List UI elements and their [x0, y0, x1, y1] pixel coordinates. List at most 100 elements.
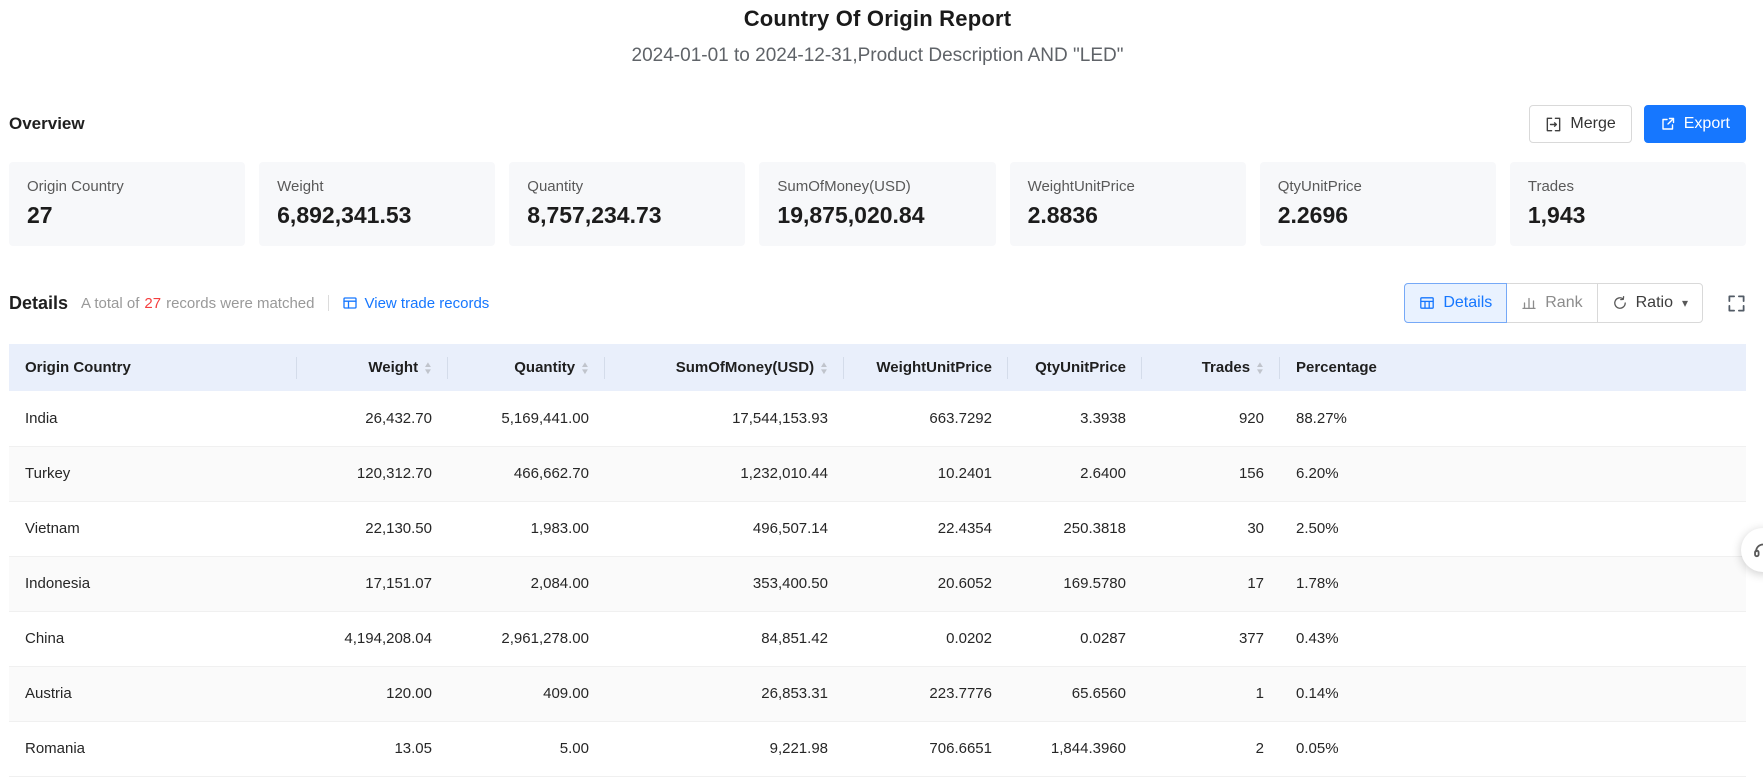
table-row[interactable]: Austria 120.00 409.00 26,853.31 223.7776… [9, 666, 1746, 721]
column-header-weight-unit-price: WeightUnitPrice [844, 344, 1008, 391]
cell-weight: 4,194,208.04 [297, 611, 448, 666]
cell-weight-unit-price: 0.0202 [844, 611, 1008, 666]
page-title: Country Of Origin Report [9, 6, 1746, 32]
cell-weight-unit-price: 223.7776 [844, 666, 1008, 721]
merge-button[interactable]: Merge [1529, 105, 1631, 143]
cell-quantity: 466,662.70 [448, 446, 605, 501]
rank-icon [1521, 295, 1537, 311]
stat-card-label: Quantity [527, 178, 727, 195]
stat-card-weight-unit-price: WeightUnitPrice 2.8836 [1010, 162, 1246, 246]
cell-sum-of-money: 17,544,153.93 [605, 391, 844, 446]
view-trade-records-label: View trade records [365, 295, 490, 312]
cell-weight: 17,151.07 [297, 556, 448, 611]
table-row[interactable]: Turkey 120,312.70 466,662.70 1,232,010.4… [9, 446, 1746, 501]
merge-button-label: Merge [1570, 115, 1615, 133]
tab-ratio-label: Ratio [1636, 294, 1673, 312]
ratio-icon [1612, 295, 1628, 311]
tab-details[interactable]: Details [1404, 283, 1507, 323]
view-trade-records-link[interactable]: View trade records [342, 295, 490, 312]
column-header-sum-of-money[interactable]: SumOfMoney(USD) ▲▼ [605, 344, 844, 391]
stat-card-value: 19,875,020.84 [777, 202, 977, 229]
summary-count: 27 [144, 295, 161, 312]
headset-icon [1752, 539, 1763, 561]
column-header-percentage: Percentage [1280, 344, 1746, 391]
stat-card-weight: Weight 6,892,341.53 [259, 162, 495, 246]
trade-records-icon [342, 295, 358, 311]
cell-qty-unit-price: 169.5780 [1008, 556, 1142, 611]
export-button[interactable]: Export [1644, 105, 1746, 143]
export-icon [1660, 116, 1676, 132]
details-summary: A total of 27 records were matched [81, 295, 314, 312]
stat-card-value: 2.2696 [1278, 202, 1478, 229]
stat-card-label: WeightUnitPrice [1028, 178, 1228, 195]
stat-card-value: 27 [27, 202, 227, 229]
sort-icon[interactable]: ▲▼ [820, 361, 828, 375]
stat-card-qty-unit-price: QtyUnitPrice 2.2696 [1260, 162, 1496, 246]
view-switcher: Details Rank [1404, 283, 1703, 323]
cell-weight: 26,432.70 [297, 391, 448, 446]
cell-percentage: 6.20% [1280, 446, 1746, 501]
tab-rank[interactable]: Rank [1506, 283, 1597, 323]
tab-details-label: Details [1443, 294, 1492, 312]
cell-trades: 920 [1142, 391, 1280, 446]
sort-icon[interactable]: ▲▼ [424, 361, 432, 375]
overview-cards: Origin Country 27 Weight 6,892,341.53 Qu… [9, 162, 1746, 246]
cell-trades: 1 [1142, 666, 1280, 721]
summary-suffix: records were matched [166, 295, 314, 312]
table-header-row: Origin Country Weight ▲▼ Quantity ▲▼ Sum… [9, 344, 1746, 391]
table-row[interactable]: China 4,194,208.04 2,961,278.00 84,851.4… [9, 611, 1746, 666]
cell-sum-of-money: 26,853.31 [605, 666, 844, 721]
column-header-qty-unit-price: QtyUnitPrice [1008, 344, 1142, 391]
details-heading: Details [9, 293, 68, 314]
details-table-icon [1419, 295, 1435, 311]
cell-trades: 30 [1142, 501, 1280, 556]
column-header-origin-country: Origin Country [9, 344, 297, 391]
stat-card-label: Origin Country [27, 178, 227, 195]
stat-card-value: 2.8836 [1028, 202, 1228, 229]
column-header-trades[interactable]: Trades ▲▼ [1142, 344, 1280, 391]
cell-weight-unit-price: 706.6651 [844, 721, 1008, 776]
cell-qty-unit-price: 3.3938 [1008, 391, 1142, 446]
column-header-weight[interactable]: Weight ▲▼ [297, 344, 448, 391]
cell-qty-unit-price: 1,844.3960 [1008, 721, 1142, 776]
cell-origin-country: Vietnam [9, 501, 297, 556]
overview-bar: Overview Merge [9, 105, 1746, 143]
cell-weight-unit-price: 22.4354 [844, 501, 1008, 556]
stat-card-value: 8,757,234.73 [527, 202, 727, 229]
cell-quantity: 1,983.00 [448, 501, 605, 556]
details-table: Origin Country Weight ▲▼ Quantity ▲▼ Sum… [9, 344, 1746, 777]
cell-origin-country: Turkey [9, 446, 297, 501]
cell-percentage: 0.14% [1280, 666, 1746, 721]
stat-card-value: 6,892,341.53 [277, 202, 477, 229]
table-row[interactable]: Romania 13.05 5.00 9,221.98 706.6651 1,8… [9, 721, 1746, 776]
cell-trades: 2 [1142, 721, 1280, 776]
cell-weight: 120,312.70 [297, 446, 448, 501]
fullscreen-icon[interactable] [1727, 294, 1746, 313]
cell-trades: 377 [1142, 611, 1280, 666]
stat-card-sum-of-money: SumOfMoney(USD) 19,875,020.84 [759, 162, 995, 246]
table-row[interactable]: Indonesia 17,151.07 2,084.00 353,400.50 … [9, 556, 1746, 611]
cell-weight-unit-price: 20.6052 [844, 556, 1008, 611]
sort-icon[interactable]: ▲▼ [1256, 361, 1264, 375]
details-bar: Details A total of 27 records were match… [9, 283, 1746, 323]
cell-sum-of-money: 353,400.50 [605, 556, 844, 611]
cell-sum-of-money: 1,232,010.44 [605, 446, 844, 501]
cell-quantity: 2,961,278.00 [448, 611, 605, 666]
sort-icon[interactable]: ▲▼ [581, 361, 589, 375]
export-button-label: Export [1684, 115, 1730, 133]
details-left: Details A total of 27 records were match… [9, 293, 489, 314]
table-row[interactable]: Vietnam 22,130.50 1,983.00 496,507.14 22… [9, 501, 1746, 556]
cell-qty-unit-price: 2.6400 [1008, 446, 1142, 501]
cell-weight: 120.00 [297, 666, 448, 721]
table-row[interactable]: India 26,432.70 5,169,441.00 17,544,153.… [9, 391, 1746, 446]
details-right: Details Rank [1404, 283, 1746, 323]
cell-weight: 13.05 [297, 721, 448, 776]
tab-ratio[interactable]: Ratio ▾ [1597, 283, 1703, 323]
stat-card-label: Trades [1528, 178, 1728, 195]
cell-qty-unit-price: 250.3818 [1008, 501, 1142, 556]
merge-icon [1545, 116, 1562, 133]
column-header-quantity[interactable]: Quantity ▲▼ [448, 344, 605, 391]
stat-card-quantity: Quantity 8,757,234.73 [509, 162, 745, 246]
cell-quantity: 5.00 [448, 721, 605, 776]
cell-quantity: 409.00 [448, 666, 605, 721]
